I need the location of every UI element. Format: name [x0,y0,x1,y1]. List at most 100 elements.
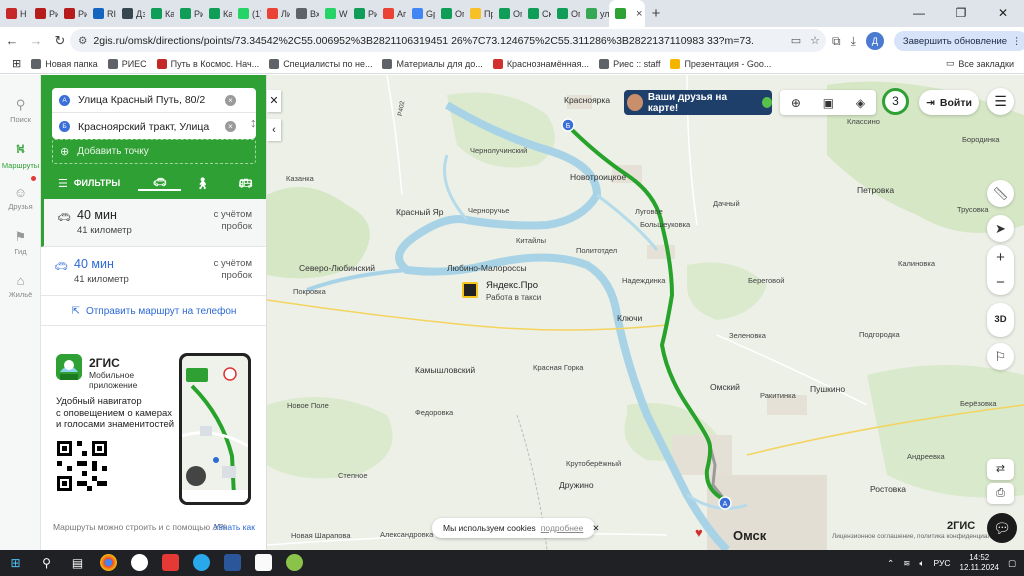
print-icon[interactable]: ⎙ [987,483,1014,504]
menu-icon[interactable]: ☰ [987,88,1014,115]
task-view-icon[interactable]: ▤ [62,550,93,576]
wifi-icon[interactable]: ≋ [903,558,910,569]
tool-app-icon[interactable] [279,550,310,576]
browser-tab[interactable]: Ри [348,0,377,27]
layers-icon[interactable]: ◈ [856,96,865,110]
minimize-button[interactable]: — [898,0,940,27]
nav-routes[interactable]: ⛕ Маршруты [0,141,41,170]
bookmark-item[interactable]: РИЕС [107,58,147,69]
from-field[interactable]: A Улица Красный Путь, 80/2 × [52,88,256,113]
mode-car-icon[interactable]: 🚗︎ [138,176,182,191]
api-learn-link[interactable]: Узнать как [214,522,255,532]
nav-guide[interactable]: ⚑ Гид [0,229,41,256]
browser-tab[interactable]: Ка [145,0,174,27]
mode-bus-icon[interactable]: 🚌︎ [224,177,266,190]
forward-icon[interactable]: → [24,33,48,48]
route-option[interactable]: 🚗︎ 40 мин 41 километр с учётом пробок [41,199,266,247]
site-info-icon[interactable]: ⚙ [78,35,87,47]
share-icon[interactable]: ⇄ [987,459,1014,480]
browser-tab[interactable]: Gр [406,0,435,27]
browser-tab[interactable]: Ог [435,0,464,27]
bookmark-star-icon[interactable]: ☆ [810,34,820,47]
address-bar[interactable]: ⚙ 2gis.ru/omsk/directions/points/73.3454… [70,29,826,52]
route-option[interactable]: 🚗︎ 40 мин 41 километр с учётом пробок [41,248,266,296]
search-icon[interactable]: ⚲ [31,550,62,576]
chrome-app-icon[interactable] [93,550,124,576]
browser-tab[interactable]: Ск [522,0,551,27]
nav-friends[interactable]: ☺ Друзья [0,185,41,211]
traffic-light-icon[interactable]: ⊕ [791,96,801,110]
browser-tab[interactable]: Вх [290,0,319,27]
browser-tab[interactable]: Ли [261,0,290,27]
browser-tab[interactable]: Ри [58,0,87,27]
bookmark-item[interactable]: Краснознамённая... [492,58,589,69]
taxi-poi-icon[interactable] [462,282,478,298]
browser-tab[interactable]: Аг [377,0,406,27]
chat-icon[interactable]: 💬︎ [987,513,1017,543]
map-view[interactable]: Б A Красноярка Классино Бородинка Чернол… [267,75,1024,550]
language-indicator[interactable]: РУС [933,558,950,568]
bookmark-item[interactable]: Путь в Космос. Нач... [156,58,259,69]
transport-icon[interactable]: ▣ [823,96,834,110]
browser-tab[interactable]: Ри [29,0,58,27]
bookmark-item[interactable]: Специалисты по не... [269,58,372,69]
browser-tab[interactable]: ул [580,0,609,27]
cookie-more-link[interactable]: подробнее [541,523,584,533]
swap-points-icon[interactable]: ↕ [250,115,257,130]
reload-icon[interactable]: ↻ [48,33,72,49]
3d-toggle-button[interactable]: 3D [987,303,1014,337]
apps-grid-icon[interactable]: ⊞ [12,57,21,70]
browser-tab[interactable]: Ог [493,0,522,27]
login-button[interactable]: ⇥ Войти [919,90,979,115]
map-pin-icon[interactable]: ⚐ [987,343,1014,370]
tab-close-icon[interactable]: × [636,8,642,20]
new-tab-button[interactable]: + [645,5,667,22]
nav-housing[interactable]: ⌂ Жильё [0,273,41,299]
zoom-in-button[interactable]: + [987,245,1014,270]
close-window-button[interactable]: ✕ [982,0,1024,27]
all-bookmarks[interactable]: ▭ Все закладки [946,58,1014,69]
clear-to-icon[interactable]: × [225,121,236,132]
notifications-icon[interactable]: ▢ [1008,558,1016,569]
nav-search[interactable]: ⚲ Поиск [0,97,41,124]
network-icon[interactable]: ⌃ [887,558,894,569]
telegram-app-icon[interactable] [186,550,217,576]
maximize-button[interactable]: ❐ [940,0,982,27]
send-to-phone-link[interactable]: ⇱ Отправить маршрут на телефон [41,298,266,326]
mode-walk-icon[interactable]: 🚶︎ [181,177,224,190]
update-button[interactable]: Завершить обновление ⋮ [893,31,1024,51]
collapse-panel-button[interactable]: ‹ [267,119,281,141]
bookmark-item[interactable]: Риес :: staff [599,58,660,69]
bookmark-item[interactable]: Презентация - Goo... [670,58,771,69]
browser-tab[interactable]: Wi [319,0,348,27]
browser-tab[interactable]: Пр [464,0,493,27]
zoom-out-button[interactable]: − [987,270,1014,295]
browser-tab[interactable]: Ка [203,0,232,27]
cookie-close-icon[interactable]: ✕ [592,523,599,534]
download-icon[interactable]: ⤓ [851,34,856,49]
browser-tab[interactable]: (1) [232,0,261,27]
my-location-icon[interactable]: ➤ [987,215,1014,242]
bookmark-item[interactable]: Новая папка [31,58,98,69]
bookmark-item[interactable]: Материалы для до... [382,58,483,69]
friends-banner[interactable]: Ваши друзья на карте! [624,90,772,115]
ruler-icon[interactable]: 📏︎ [987,180,1014,207]
poi-name[interactable]: Яндекс.Про [486,280,538,291]
clock[interactable]: 14:52 12.11.2024 [960,553,999,573]
clear-from-icon[interactable]: × [225,95,236,106]
add-point-button[interactable]: ⊕ Добавить точку [52,139,256,164]
browser-tab[interactable]: Дз [116,0,145,27]
yandex-app-icon[interactable] [155,550,186,576]
close-panel-button[interactable]: ✕ [267,90,281,112]
browser-tab[interactable]: RI [87,0,116,27]
app-promo[interactable]: 2ГИС Мобильное приложение Удобный навигат… [41,335,266,510]
browser-tab[interactable]: × [609,0,645,27]
windows-start-icon[interactable]: ⊞ [0,550,31,576]
volume-icon[interactable]: 🔈︎ [919,558,924,569]
calendar-app-icon[interactable] [248,550,279,576]
profile-avatar[interactable]: Д [865,32,884,50]
browser-tab[interactable]: Ри [174,0,203,27]
browser-tab[interactable]: Ог [551,0,580,27]
filters-button[interactable]: ☰ ФИЛЬТРЫ [58,177,120,190]
yandex-browser-app-icon[interactable] [124,550,155,576]
